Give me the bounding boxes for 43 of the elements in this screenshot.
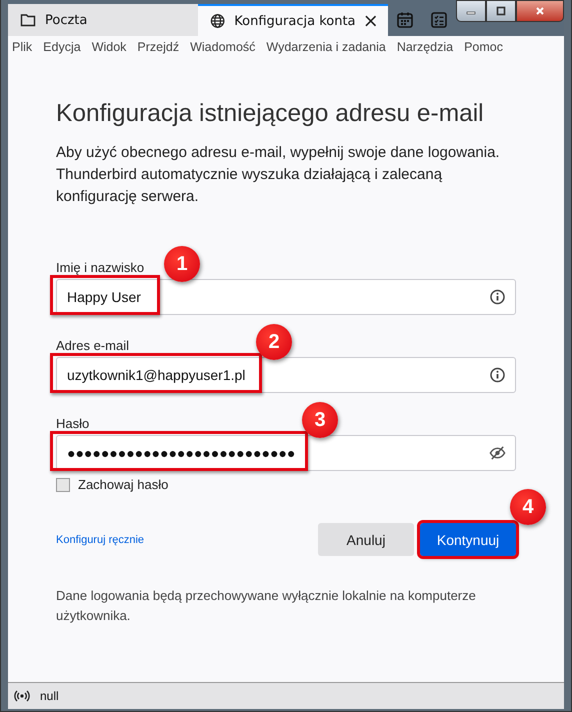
manual-config-link[interactable]: Konfiguruj ręcznie <box>56 534 144 546</box>
menu-item[interactable]: Plik <box>12 40 32 54</box>
input-field[interactable]: ●●●●●●●●●●●●●●●●●●●●●●●●●●● <box>56 435 516 471</box>
menu-item[interactable]: Edycja <box>43 40 81 54</box>
step-number-badge: 4 <box>510 489 546 525</box>
folder-icon <box>20 12 36 28</box>
task-list-icon[interactable] <box>430 11 448 29</box>
status-text: null <box>40 689 59 703</box>
description-text: Aby użyć obecnego adresu e-mail, wypełnij swoje dane logowania. Thunderbird automatycznie wyszuka działającą i zalecaną konfigurację serwera. <box>56 143 501 207</box>
field-label: Imię i nazwisko <box>56 260 144 275</box>
close-icon <box>535 6 545 16</box>
step-number-badge: 1 <box>164 246 200 282</box>
signal-icon <box>14 689 30 703</box>
input-field[interactable]: Happy User <box>56 279 516 315</box>
page-heading: Konfiguracja istniejącego adresu e-mail <box>56 100 485 128</box>
calendar-icon[interactable] <box>396 11 414 29</box>
info-icon[interactable] <box>489 367 506 383</box>
step-number-badge: 2 <box>256 324 292 360</box>
menu-item[interactable]: Pomoc <box>464 40 503 54</box>
continue-button[interactable]: Kontynuuj <box>420 523 516 556</box>
tab[interactable]: Konfiguracja konta <box>198 4 388 36</box>
cancel-button[interactable]: Anuluj <box>318 523 414 556</box>
checkbox-label: Zachowaj hasło <box>78 477 168 492</box>
menu-item[interactable]: Narzędzia <box>396 40 454 54</box>
close-icon[interactable] <box>364 15 376 27</box>
info-icon[interactable] <box>489 289 506 305</box>
maximize-button[interactable] <box>486 0 516 22</box>
privacy-note: Dane logowania będą przechowywane wyłącznie lokalnie na komputerze użytkownika. <box>56 587 477 625</box>
menu-item[interactable]: Wydarzenia i zadania <box>266 40 386 54</box>
menu-item[interactable]: Przejdź <box>137 40 180 54</box>
field-label: Hasło <box>56 416 90 431</box>
close-button[interactable] <box>516 0 564 22</box>
checkbox[interactable] <box>56 478 70 492</box>
minimize-button[interactable] <box>456 0 486 22</box>
hidden-eye-icon[interactable] <box>489 445 506 461</box>
menu-item[interactable]: Widok <box>92 40 126 54</box>
menu-item[interactable]: Wiadomość <box>190 40 256 54</box>
input-field[interactable]: uzytkownik1@happyuser1.pl <box>56 357 516 393</box>
step-number-badge: 3 <box>302 402 338 438</box>
field-label: Adres e-mail <box>56 338 129 353</box>
globe-icon <box>210 13 226 29</box>
tab[interactable]: Poczta <box>8 4 198 36</box>
maximize-icon <box>496 6 506 16</box>
